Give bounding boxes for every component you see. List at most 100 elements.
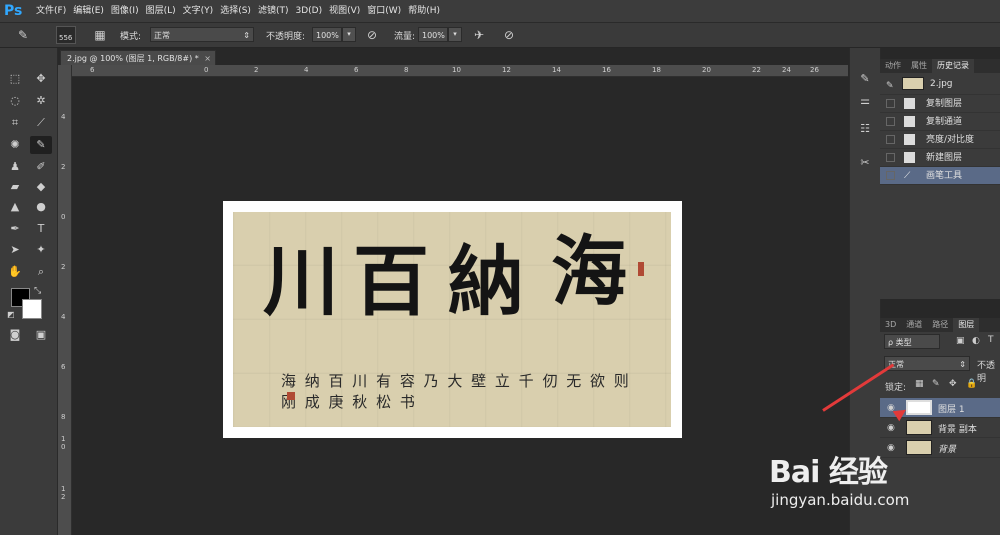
history-item[interactable]: 复制通道 bbox=[880, 113, 1000, 131]
dodge-tool-icon[interactable]: ● bbox=[30, 198, 52, 216]
clone-stamp-icon[interactable]: ♟ bbox=[4, 158, 26, 176]
zoom-tool-icon[interactable]: ⌕ bbox=[30, 263, 52, 281]
lock-transparent-icon[interactable]: ▦ bbox=[915, 379, 924, 389]
history-checkbox[interactable] bbox=[886, 153, 895, 162]
pen-tool-icon[interactable]: ✒ bbox=[4, 220, 26, 238]
default-colors-icon[interactable]: ◩ bbox=[7, 310, 15, 319]
hand-tool-icon[interactable]: ✋ bbox=[4, 263, 26, 281]
close-icon[interactable]: × bbox=[204, 51, 211, 66]
filter-label: ρ 类型 bbox=[888, 338, 912, 347]
menu-edit[interactable]: 编辑(E) bbox=[73, 0, 111, 22]
menu-3d[interactable]: 3D(D) bbox=[295, 0, 329, 22]
opacity-dropdown[interactable]: ▾ bbox=[342, 27, 356, 42]
history-item[interactable]: 复制图层 bbox=[880, 95, 1000, 113]
ruler-tick: 0 bbox=[204, 66, 209, 74]
quick-mask-icon[interactable]: ◙ bbox=[4, 326, 26, 344]
ruler-tick: 16 bbox=[602, 66, 611, 74]
menu-select[interactable]: 选择(S) bbox=[220, 0, 258, 22]
tab-actions[interactable]: 动作 bbox=[880, 59, 906, 73]
brush-panel-icon[interactable]: ▦ bbox=[91, 26, 109, 44]
move-tool-icon[interactable]: ✥ bbox=[30, 70, 52, 88]
brush-tool-icon[interactable]: ✎ bbox=[30, 136, 52, 154]
ruler-tick: 4 bbox=[304, 66, 309, 74]
layer-filter-select[interactable]: ρ 类型 bbox=[884, 334, 940, 349]
ruler-tick: 20 bbox=[702, 66, 711, 74]
history-checkbox[interactable] bbox=[886, 99, 895, 108]
history-item-selected[interactable]: ⟋ 画笔工具 bbox=[880, 167, 1000, 185]
ruler-tick: 14 bbox=[552, 66, 561, 74]
brush-tool-preset-icon[interactable]: ✎ bbox=[14, 26, 32, 44]
mode-select[interactable]: 正常 ⇕ bbox=[150, 27, 254, 42]
background-color-swatch[interactable] bbox=[22, 299, 42, 319]
vertical-ruler[interactable]: 4 2 0 2 4 6 8 1 0 1 2 bbox=[58, 65, 72, 535]
blend-mode-select[interactable]: 正常 ⇕ bbox=[884, 356, 970, 371]
history-checkbox[interactable] bbox=[886, 117, 895, 126]
menu-image[interactable]: 图像(I) bbox=[111, 0, 146, 22]
ruler-tick: 12 bbox=[502, 66, 511, 74]
crop-tool-icon[interactable]: ⌗ bbox=[4, 114, 26, 132]
airbrush-icon[interactable]: ✈ bbox=[470, 26, 488, 44]
adjust-sliders-icon[interactable]: ⚌ bbox=[855, 92, 875, 110]
swap-colors-icon[interactable]: ⤡ bbox=[34, 286, 41, 296]
path-selection-icon[interactable]: ➤ bbox=[4, 241, 26, 259]
eraser-icon[interactable]: ▰ bbox=[4, 178, 26, 196]
tab-paths[interactable]: 路径 bbox=[927, 318, 953, 332]
menu-help[interactable]: 帮助(H) bbox=[408, 0, 447, 22]
menu-filter[interactable]: 滤镜(T) bbox=[258, 0, 296, 22]
menu-window[interactable]: 窗口(W) bbox=[367, 0, 408, 22]
ruler-tick: 1 2 bbox=[61, 485, 66, 501]
history-item[interactable]: 亮度/对比度 bbox=[880, 131, 1000, 149]
tools-panel-icon[interactable]: ✂ bbox=[855, 154, 875, 172]
layer-name: 图层 1 bbox=[938, 405, 965, 415]
eyedropper-icon[interactable]: ⟋ bbox=[30, 114, 52, 132]
healing-brush-icon[interactable]: ✺ bbox=[4, 136, 26, 154]
character-panel-icon[interactable]: ☷ bbox=[855, 120, 875, 138]
seal-stamp bbox=[638, 262, 644, 276]
history-brush-icon[interactable]: ✐ bbox=[30, 158, 52, 176]
magic-wand-icon[interactable]: ✲ bbox=[30, 92, 52, 110]
horizontal-ruler[interactable]: 6 0 2 4 6 8 10 12 14 16 18 20 22 24 26 bbox=[72, 65, 848, 77]
tab-history[interactable]: 历史记录 bbox=[932, 59, 974, 73]
snapshot-thumbnail bbox=[902, 77, 924, 90]
history-item[interactable]: 新建图层 bbox=[880, 149, 1000, 167]
menu-view[interactable]: 视图(V) bbox=[329, 0, 367, 22]
pressure-size-icon[interactable]: ⊘ bbox=[500, 26, 518, 44]
ruler-tick: 4 bbox=[61, 113, 66, 121]
tab-layers[interactable]: 图层 bbox=[953, 318, 980, 332]
brush-presets-icon[interactable]: ✎ bbox=[855, 70, 875, 88]
lock-all-icon[interactable]: 🔒 bbox=[966, 379, 977, 389]
tab-3d[interactable]: 3D bbox=[880, 318, 901, 332]
options-bar: ✎ 556 ▦ 模式: 正常 ⇕ 不透明度: 100% ▾ ⊘ 流量: 100%… bbox=[0, 23, 1000, 48]
marquee-tool-icon[interactable]: ⬚ bbox=[4, 70, 26, 88]
history-checkbox[interactable] bbox=[886, 135, 895, 144]
history-checkbox[interactable] bbox=[886, 171, 895, 180]
blur-tool-icon[interactable]: ▲ bbox=[4, 198, 26, 216]
lock-pixels-icon[interactable]: ✎ bbox=[932, 379, 940, 389]
brush-icon: ⟋ bbox=[904, 171, 911, 181]
type-filter-icon[interactable]: T bbox=[988, 335, 994, 345]
opacity-field[interactable]: 100% bbox=[312, 27, 342, 42]
tab-channels[interactable]: 通道 bbox=[901, 318, 927, 332]
lasso-tool-icon[interactable]: ◌ bbox=[4, 92, 26, 110]
pressure-opacity-icon[interactable]: ⊘ bbox=[363, 26, 381, 44]
artwork-image[interactable]: 川 百 納 海 海 纳 百 川 有 容 乃 大 壁 立 千 仞 无 欲 则 刚 … bbox=[223, 201, 682, 438]
adjustment-filter-icon[interactable]: ◐ bbox=[972, 336, 980, 346]
calligraphy-char: 川 bbox=[263, 237, 339, 326]
image-filter-icon[interactable]: ▣ bbox=[956, 336, 965, 346]
flow-dropdown[interactable]: ▾ bbox=[448, 27, 462, 42]
brush-size-picker[interactable]: 556 bbox=[56, 26, 76, 44]
shape-tool-icon[interactable]: ✦ bbox=[30, 241, 52, 259]
tab-properties[interactable]: 属性 bbox=[906, 59, 932, 73]
screen-mode-icon[interactable]: ▣ bbox=[30, 326, 52, 344]
document-icon bbox=[904, 116, 915, 127]
menu-layer[interactable]: 图层(L) bbox=[146, 0, 183, 22]
document-tab[interactable]: 2.jpg @ 100% (图层 1, RGB/8#) * × bbox=[60, 50, 216, 65]
flow-field[interactable]: 100% bbox=[418, 27, 448, 42]
snapshot-label: 2.jpg bbox=[930, 79, 953, 89]
menu-type[interactable]: 文字(Y) bbox=[183, 0, 221, 22]
history-snapshot[interactable]: ✎ 2.jpg bbox=[880, 73, 1000, 95]
menu-file[interactable]: 文件(F) bbox=[36, 0, 73, 22]
paint-bucket-icon[interactable]: ◆ bbox=[30, 178, 52, 196]
lock-position-icon[interactable]: ✥ bbox=[949, 379, 957, 389]
type-tool-icon[interactable]: T bbox=[30, 220, 52, 238]
